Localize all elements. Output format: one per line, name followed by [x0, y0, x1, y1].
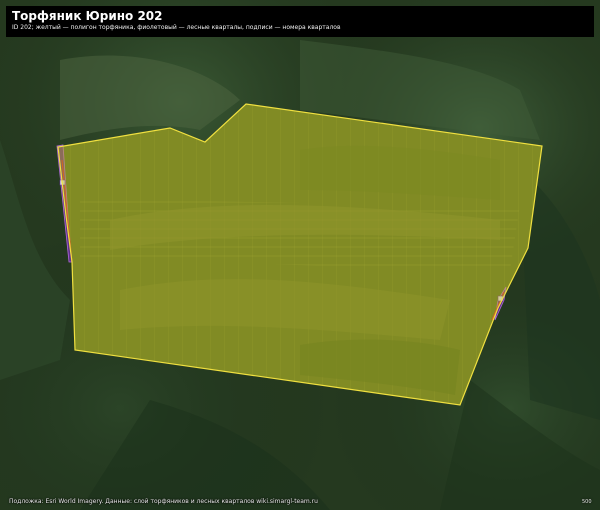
- attribution-text: Подложка: Esri World Imagery. Данные: сл…: [9, 498, 318, 505]
- scale-mark: 500: [582, 499, 592, 505]
- map-title: Торфяник Юрино 202: [12, 9, 163, 23]
- map-legend-text: ID 202; желтый — полигон торфяника, фиол…: [12, 24, 341, 31]
- satellite-basemap: [0, 0, 600, 510]
- map-header: Торфяник Юрино 202 ID 202; желтый — поли…: [6, 6, 594, 37]
- map-view[interactable]: Торфяник Юрино 202 ID 202; желтый — поли…: [0, 0, 600, 510]
